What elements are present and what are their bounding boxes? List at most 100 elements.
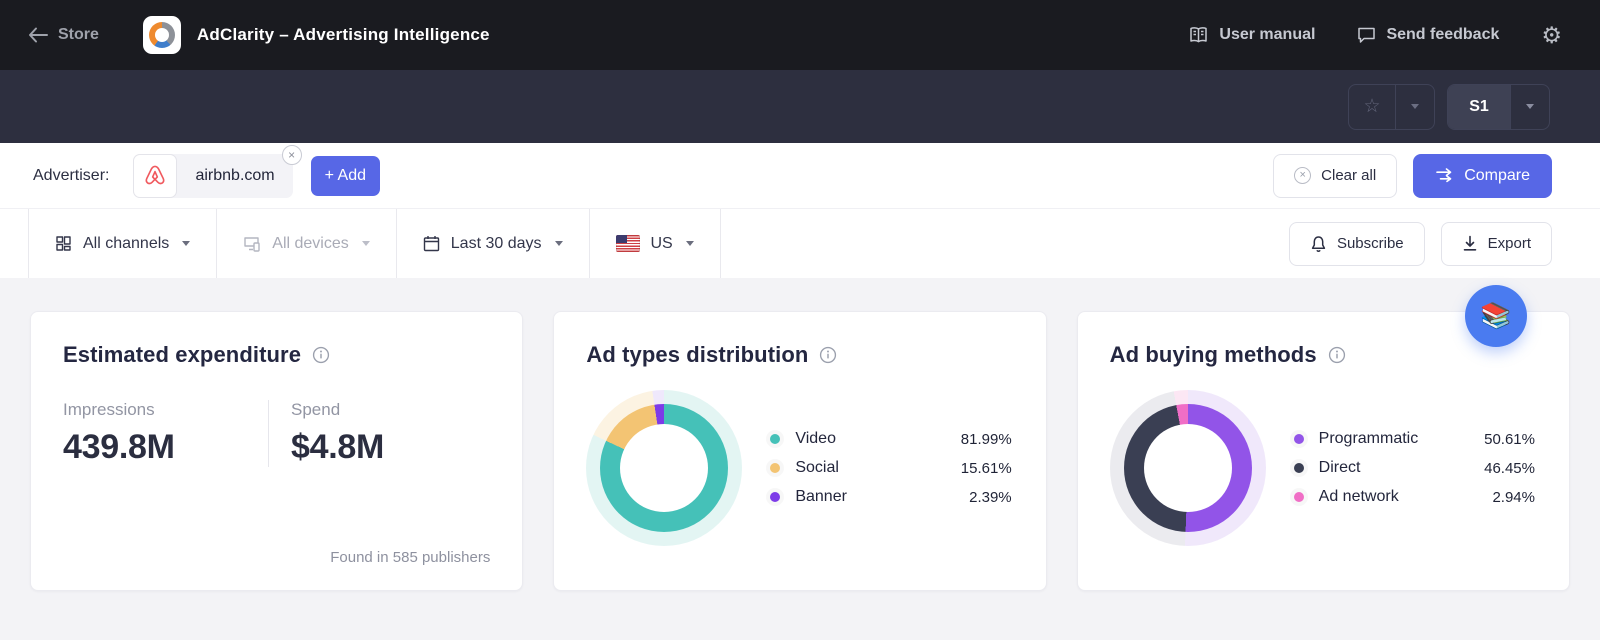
chevron-down-icon <box>1411 104 1419 109</box>
adclarity-logo <box>143 16 181 54</box>
legend-dot <box>1294 492 1304 502</box>
back-label: Store <box>58 26 99 44</box>
legend-value: 2.39% <box>969 489 1012 506</box>
impressions-label: Impressions <box>63 400 238 420</box>
devices-filter-label: All devices <box>272 235 348 253</box>
legend-dot <box>1294 434 1304 444</box>
clear-icon: × <box>1294 167 1311 184</box>
user-manual-label: User manual <box>1219 26 1315 44</box>
compare-label: Compare <box>1464 167 1530 185</box>
subscribe-button[interactable]: Subscribe <box>1289 222 1425 266</box>
compare-button[interactable]: Compare <box>1413 154 1552 198</box>
country-filter[interactable]: US <box>590 209 721 278</box>
airbnb-logo <box>133 154 177 198</box>
report-sub-header: ☆ S1 <box>0 70 1600 143</box>
chevron-down-icon <box>555 241 563 246</box>
spend-metric: Spend $4.8M <box>268 400 453 467</box>
books-icon: 📚 <box>1480 302 1511 331</box>
ad-types-legend: Video 81.99% Social 15.61% Banner 2.39% <box>770 430 1013 506</box>
app-title: AdClarity – Advertising Intelligence <box>197 25 490 45</box>
legend-item[interactable]: Programmatic 50.61% <box>1294 430 1535 448</box>
settings-gear-icon[interactable]: ⚙ <box>1541 24 1562 47</box>
us-flag-icon <box>616 235 640 252</box>
advertiser-domain: airbnb.com <box>177 154 292 198</box>
top-bar: Store AdClarity – Advertising Intelligen… <box>0 0 1600 70</box>
export-button[interactable]: Export <box>1441 222 1552 266</box>
legend-item[interactable]: Banner 2.39% <box>770 488 1011 506</box>
legend-value: 2.94% <box>1492 489 1535 506</box>
legend-label: Video <box>795 430 836 448</box>
advertiser-label: Advertiser: <box>33 167 109 185</box>
feedback-bubble-icon <box>1357 26 1376 44</box>
card-title: Ad buying methods <box>1110 342 1317 368</box>
impressions-value: 439.8M <box>63 428 238 467</box>
chevron-down-icon <box>182 241 190 246</box>
legend-label: Programmatic <box>1319 430 1419 448</box>
spend-value: $4.8M <box>291 428 453 467</box>
legend-item[interactable]: Video 81.99% <box>770 430 1011 448</box>
date-range-filter[interactable]: Last 30 days <box>397 209 590 278</box>
dashboard-content: Estimated expenditure Impressions 439.8M… <box>0 278 1600 640</box>
ad-types-donut-chart[interactable] <box>586 390 742 546</box>
legend-dot <box>770 463 780 473</box>
send-feedback-label: Send feedback <box>1386 26 1499 44</box>
legend-label: Banner <box>795 488 847 506</box>
back-arrow-icon <box>28 27 48 43</box>
back-to-store-button[interactable]: Store <box>28 26 99 44</box>
chevron-down-icon <box>1526 104 1534 109</box>
legend-value: 46.45% <box>1484 460 1535 477</box>
channels-filter[interactable]: All channels <box>28 209 217 278</box>
export-label: Export <box>1488 235 1531 252</box>
card-title: Estimated expenditure <box>63 342 301 368</box>
preset-s1-button[interactable]: S1 <box>1448 85 1510 129</box>
calendar-icon <box>423 235 440 252</box>
send-feedback-link[interactable]: Send feedback <box>1357 26 1499 44</box>
info-icon[interactable] <box>819 346 837 364</box>
legend-value: 50.61% <box>1484 431 1535 448</box>
legend-value: 81.99% <box>961 431 1012 448</box>
info-icon[interactable] <box>1328 346 1346 364</box>
ad-types-distribution-card: Ad types distribution Video 81.99% Social 1… <box>553 311 1046 591</box>
bell-icon <box>1310 235 1327 253</box>
ad-buying-methods-card: Ad buying methods Programmatic 50.61% Dire… <box>1077 311 1570 591</box>
publishers-footnote: Found in 585 publishers <box>330 549 490 566</box>
devices-icon <box>243 236 261 252</box>
channels-grid-icon <box>55 235 72 252</box>
ad-buying-legend: Programmatic 50.61% Direct46.45% Ad network… <box>1294 430 1537 506</box>
legend-dot <box>1294 463 1304 473</box>
filter-bar: All channels All devices Last 30 days US… <box>0 208 1600 278</box>
advertiser-row: Advertiser: airbnb.com × + Add × Clear a… <box>0 143 1600 208</box>
legend-item[interactable]: Ad network 2.94% <box>1294 488 1535 506</box>
advertiser-chip-airbnb[interactable]: airbnb.com × <box>133 154 292 198</box>
subscribe-label: Subscribe <box>1337 235 1404 252</box>
chevron-down-icon <box>362 241 370 246</box>
add-advertiser-button[interactable]: + Add <box>311 156 380 196</box>
favorite-split-button: ☆ <box>1348 84 1435 130</box>
book-icon <box>1188 26 1209 44</box>
favorite-dropdown-button[interactable] <box>1395 85 1434 129</box>
clear-all-button[interactable]: × Clear all <box>1273 154 1397 198</box>
download-icon <box>1462 235 1478 252</box>
spend-label: Spend <box>291 400 453 420</box>
devices-filter[interactable]: All devices <box>217 209 396 278</box>
user-manual-link[interactable]: User manual <box>1188 26 1315 44</box>
legend-dot <box>770 492 780 502</box>
legend-label: Ad network <box>1319 488 1399 506</box>
legend-item[interactable]: Direct46.45% <box>1294 459 1535 477</box>
legend-value: 15.61% <box>961 460 1012 477</box>
remove-advertiser-button[interactable]: × <box>282 145 302 165</box>
preset-dropdown-button[interactable] <box>1510 85 1549 129</box>
estimated-expenditure-card: Estimated expenditure Impressions 439.8M… <box>30 311 523 591</box>
legend-label: Social <box>795 459 839 477</box>
card-title: Ad types distribution <box>586 342 808 368</box>
chevron-down-icon <box>686 241 694 246</box>
legend-item[interactable]: Social 15.61% <box>770 459 1011 477</box>
country-filter-label: US <box>651 235 673 253</box>
clear-all-label: Clear all <box>1321 167 1376 184</box>
info-icon[interactable] <box>312 346 330 364</box>
impressions-metric: Impressions 439.8M <box>63 400 268 467</box>
favorite-star-button[interactable]: ☆ <box>1349 85 1395 129</box>
ad-buying-donut-chart[interactable] <box>1110 390 1266 546</box>
legend-dot <box>770 434 780 444</box>
resources-fab-button[interactable]: 📚 <box>1465 285 1527 347</box>
